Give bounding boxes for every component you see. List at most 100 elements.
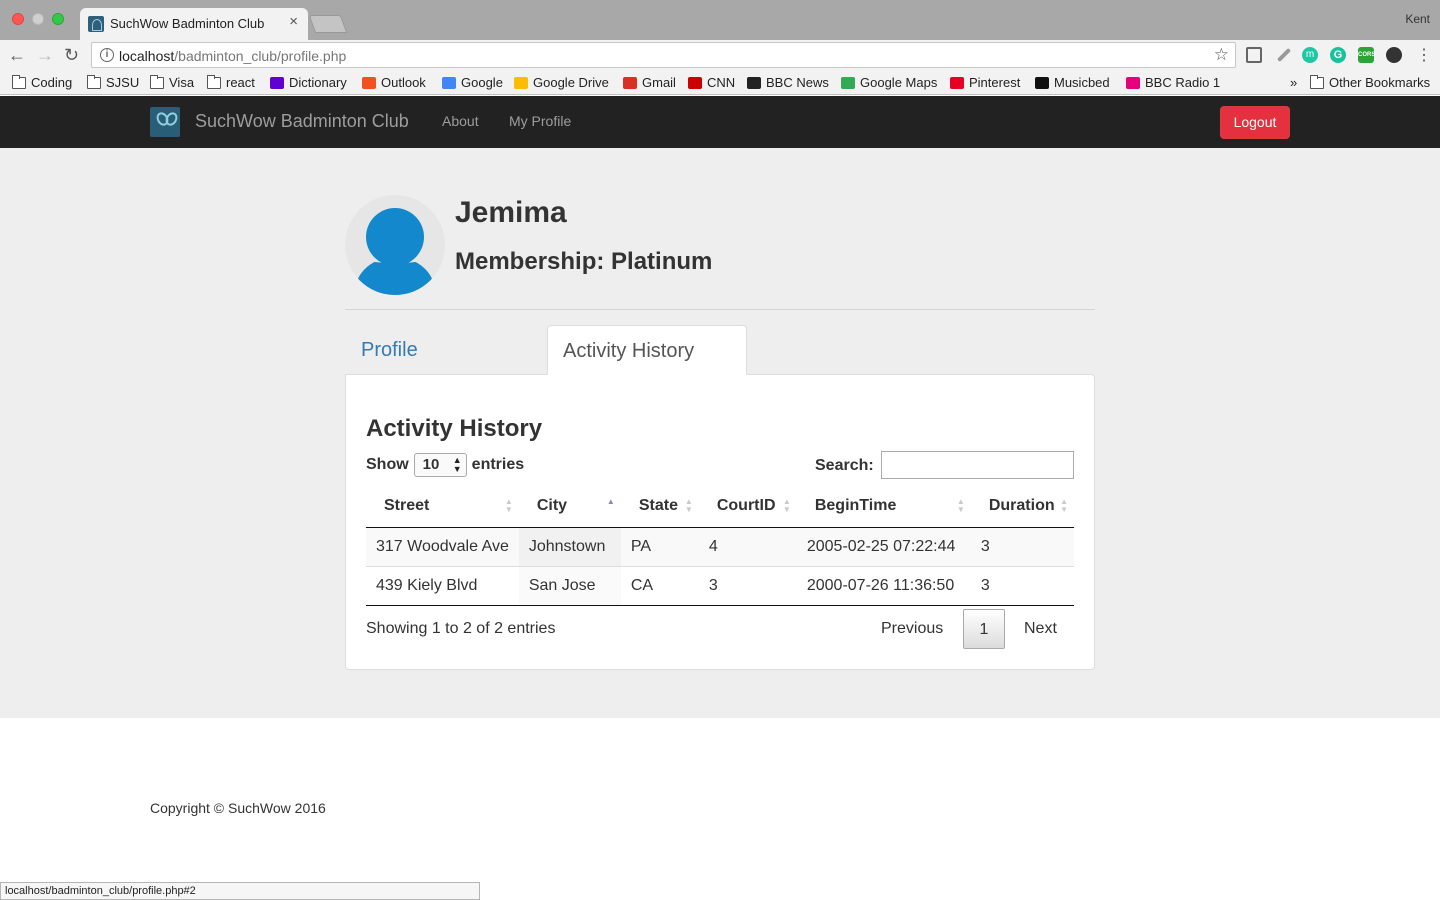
bookmark-coding[interactable]: Coding <box>12 74 72 90</box>
column-header-duration[interactable]: Duration ▲ ▼ <box>970 486 1074 528</box>
page-length-select[interactable]: 10 ▲ ▼ <box>413 453 467 477</box>
column-header-begintime[interactable]: BeginTime ▲ ▼ <box>796 486 971 528</box>
entries-label: entries <box>471 456 525 473</box>
folder-icon <box>207 74 221 89</box>
table-row: 439 Kiely Blvd San Jose CA 3 2000-07-26 … <box>366 565 1074 606</box>
grammarly-extension-icon[interactable]: G <box>1330 47 1346 63</box>
sort-ascending-icon: ▲ <box>606 497 615 506</box>
bookmark-sjsu[interactable]: SJSU <box>87 74 140 90</box>
bookmark-label: Musicbed <box>1054 75 1110 90</box>
badminton-favicon-icon <box>88 16 104 32</box>
bookmark-bbc-radio-1[interactable]: BBC Radio 1 <box>1126 75 1220 90</box>
nav-link-about[interactable]: About <box>442 113 479 129</box>
membership-level: Membership: Platinum <box>455 248 713 275</box>
bookmark-cnn[interactable]: CNN <box>688 75 735 90</box>
tab-close-icon[interactable]: × <box>289 13 298 30</box>
address-bar[interactable]: i localhost/badminton_club/profile.php ☆ <box>91 42 1236 68</box>
bookmark-react[interactable]: react <box>207 74 255 90</box>
sort-icon: ▲ ▼ <box>684 497 693 514</box>
sort-icon: ▲ ▼ <box>956 497 965 514</box>
browser-menu-icon[interactable]: ⋮ <box>1416 45 1432 65</box>
musicbed-icon <box>1035 76 1049 89</box>
pinterest-icon <box>950 76 964 89</box>
bookmark-google-drive[interactable]: Google Drive <box>514 75 609 90</box>
gmail-icon <box>623 76 637 89</box>
browser-tab-title: SuchWow Badminton Club <box>110 16 265 31</box>
folder-icon <box>1310 74 1324 89</box>
cell-courtid: 3 <box>698 565 797 606</box>
yahoo-icon <box>270 76 284 89</box>
table-header-row: Street ▲ ▼ City ▲ State ▲ ▼ CourtID ▲ ▼ BeginTi… <box>366 486 1074 528</box>
bookmark-star-icon[interactable]: ☆ <box>1214 45 1229 65</box>
folder-icon <box>150 74 164 89</box>
bookmark-label: Other Bookmarks <box>1329 75 1431 90</box>
pagination-next[interactable]: Next <box>1024 609 1057 649</box>
column-header-street[interactable]: Street ▲ ▼ <box>366 486 519 528</box>
mercury-extension-icon[interactable]: m <box>1302 47 1318 63</box>
reload-icon[interactable]: ↻ <box>64 43 79 67</box>
user-name: Jemima <box>455 196 567 229</box>
bookmark-label: Google Maps <box>860 75 938 90</box>
bookmark-google-maps[interactable]: Google Maps <box>841 75 937 90</box>
browser-toolbar: ← → ↻ i localhost/badminton_club/profile… <box>0 40 1440 70</box>
browser-titlebar: SuchWow Badminton Club × Kent <box>0 0 1440 40</box>
back-arrow-icon[interactable]: ← <box>8 43 26 67</box>
bookmarks-bar: » Other Bookmarks Coding SJSU Visa react Dic… <box>0 70 1440 95</box>
bookmark-label: Gmail <box>642 75 676 90</box>
bookmark-outlook[interactable]: Outlook <box>362 75 426 90</box>
search-label: Search: <box>815 457 874 474</box>
column-header-state[interactable]: State ▲ ▼ <box>620 486 699 528</box>
column-header-courtid[interactable]: CourtID ▲ ▼ <box>698 486 797 528</box>
sort-icon: ▲ ▼ <box>782 497 791 514</box>
activity-table: Street ▲ ▼ City ▲ State ▲ ▼ CourtID ▲ ▼ BeginTi… <box>366 486 1074 606</box>
cast-icon[interactable] <box>1246 47 1262 63</box>
window-close-button[interactable] <box>12 13 24 25</box>
cors-extension-icon[interactable]: CORS <box>1358 47 1375 63</box>
address-url[interactable]: localhost/badminton_club/profile.php <box>119 48 346 64</box>
browser-tab[interactable]: SuchWow Badminton Club × <box>80 8 308 40</box>
browser-profile-name[interactable]: Kent <box>1405 12 1430 26</box>
search-input[interactable] <box>881 451 1074 479</box>
drive-icon <box>514 76 528 89</box>
table-info: Showing 1 to 2 of 2 entries <box>366 620 556 637</box>
tab-profile[interactable]: Profile <box>346 325 546 375</box>
bookmark-other[interactable]: Other Bookmarks <box>1310 74 1431 90</box>
user-avatar-icon <box>345 195 445 295</box>
bookmark-label: Outlook <box>381 75 426 90</box>
panel-title: Activity History <box>366 415 543 442</box>
dark-mode-extension-icon[interactable] <box>1386 47 1402 63</box>
logout-button[interactable]: Logout <box>1220 106 1290 139</box>
bookmark-musicbed[interactable]: Musicbed <box>1035 75 1110 90</box>
maps-icon <box>841 76 855 89</box>
brand-name[interactable]: SuchWow Badminton Club <box>195 111 409 132</box>
outlook-icon <box>362 76 376 89</box>
tab-activity-history[interactable]: Activity History <box>547 325 747 375</box>
forward-arrow-icon[interactable]: → <box>36 43 54 67</box>
url-path: /badminton_club/profile.php <box>174 48 347 64</box>
bookmark-bbc-news[interactable]: BBC News <box>747 75 829 90</box>
nav-link-my-profile[interactable]: My Profile <box>509 113 571 129</box>
page-length-control: Show 10 ▲ ▼ entries <box>366 453 524 477</box>
cell-courtid: 4 <box>698 527 797 566</box>
url-host: localhost <box>119 48 175 64</box>
cell-state: CA <box>620 565 699 606</box>
bookmarks-overflow-icon[interactable]: » <box>1290 75 1297 90</box>
site-info-icon[interactable]: i <box>100 48 114 62</box>
bookmark-visa[interactable]: Visa <box>150 74 194 90</box>
pagination-previous[interactable]: Previous <box>881 609 943 649</box>
new-tab-button[interactable] <box>308 15 348 33</box>
window-maximize-button[interactable] <box>52 13 64 25</box>
bookmark-gmail[interactable]: Gmail <box>623 75 676 90</box>
bookmark-pinterest[interactable]: Pinterest <box>950 75 1020 90</box>
bookmark-google[interactable]: Google <box>442 75 503 90</box>
google-icon <box>442 76 456 89</box>
pagination-page-1[interactable]: 1 <box>963 609 1005 649</box>
column-header-city[interactable]: City ▲ <box>518 486 621 528</box>
bookmark-label: SJSU <box>106 75 140 90</box>
window-minimize-button[interactable] <box>32 13 44 25</box>
cell-street: 317 Woodvale Ave <box>366 527 519 566</box>
eyedropper-extension-icon[interactable] <box>1276 47 1292 63</box>
badminton-logo-icon[interactable] <box>150 107 180 137</box>
sort-icon: ▲ ▼ <box>504 497 513 514</box>
bookmark-dictionary[interactable]: Dictionary <box>270 75 347 90</box>
